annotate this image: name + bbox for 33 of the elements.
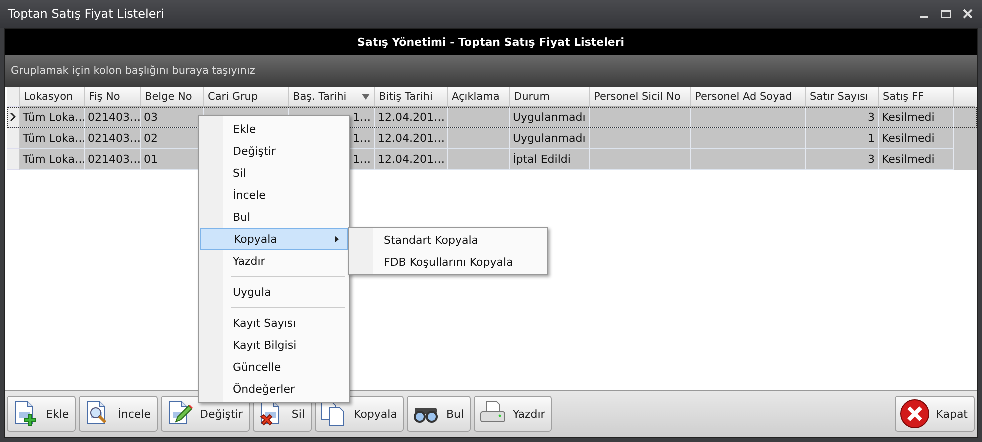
group-hint: Gruplamak için kolon başlığını buraya taşıyınız: [11, 65, 256, 77]
menu-item[interactable]: Bul: [199, 206, 349, 228]
toolbar-button[interactable]: Yazdır: [474, 396, 552, 432]
panel-title: Satış Yönetimi - Toptan Satış Fiyat Listeleri: [357, 36, 625, 48]
toolbar-button[interactable]: Kopyala: [315, 396, 404, 432]
table-cell: İptal Edildi: [510, 149, 590, 170]
toolbar-button[interactable]: Ekle: [7, 396, 76, 432]
window-title: Toptan Satış Fiyat Listeleri: [8, 7, 166, 21]
menu-item[interactable]: İncele: [199, 184, 349, 206]
table-cell: 021403…: [85, 149, 141, 170]
sort-arrow-icon: [362, 94, 370, 100]
menu-item[interactable]: FDB Koşullarını Kopyala: [349, 251, 547, 273]
toolbar-button[interactable]: İncele: [79, 396, 158, 432]
submenu-arrow-icon: [335, 236, 339, 242]
row-indicator[interactable]: [7, 107, 20, 128]
menu-item[interactable]: Yazdır: [199, 250, 349, 272]
menu-item[interactable]: Kayıt Sayısı: [199, 312, 349, 334]
table-cell: 3: [806, 149, 879, 170]
table-cell: Kesilmedi: [879, 149, 954, 170]
header-corner: [7, 87, 20, 107]
maximize-icon[interactable]: [940, 8, 952, 20]
table-cell: 12.04.201…: [375, 149, 448, 170]
close-button[interactable]: Kapat: [895, 396, 975, 432]
close-icon: [900, 399, 930, 429]
menu-item[interactable]: Güncelle: [199, 356, 349, 378]
close-icon[interactable]: [962, 8, 974, 20]
menu-item[interactable]: Uygula: [199, 281, 349, 303]
menu-item[interactable]: Kayıt Bilgisi: [199, 334, 349, 356]
menu-item[interactable]: Standart Kopyala: [349, 229, 547, 251]
table-cell: [448, 149, 510, 170]
menu-item[interactable]: Kopyala: [200, 228, 348, 250]
row-pointer-icon: [10, 113, 16, 121]
toolbar-button[interactable]: Bul: [407, 396, 472, 432]
